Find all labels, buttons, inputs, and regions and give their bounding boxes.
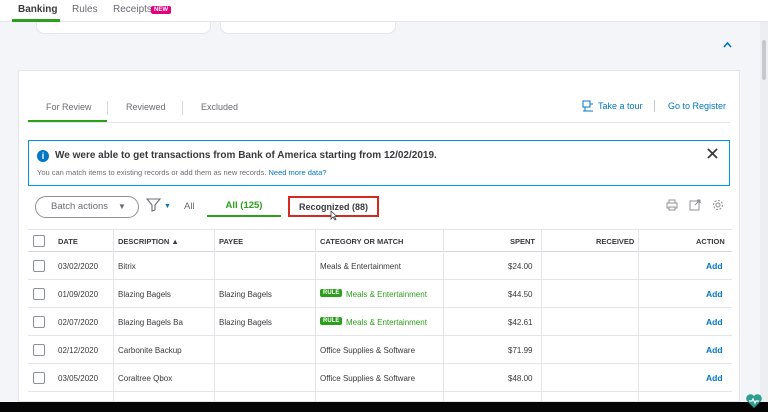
col-received[interactable]: RECEIVED	[596, 237, 634, 246]
batch-actions-label: Batch actions	[51, 201, 109, 212]
tab-receipts[interactable]: Receipts	[113, 4, 152, 15]
row-category[interactable]: Meals & Entertainment	[346, 318, 427, 327]
tab-excluded[interactable]: Excluded	[201, 102, 238, 112]
row-checkbox[interactable]	[33, 260, 45, 272]
info-banner: i We were able to get transactions from …	[28, 140, 730, 186]
table-row[interactable]: 02/12/2020 Carbonite Backup Office Suppl…	[28, 336, 732, 364]
table-row[interactable]: 03/05/2020 Coraltree Qbox Office Supplie…	[28, 364, 732, 392]
row-category[interactable]: Office Supplies & Software	[320, 374, 415, 383]
filter-icon[interactable]	[145, 198, 162, 217]
all-transactions-pill[interactable]: All (125)	[207, 196, 281, 216]
export-icon[interactable]	[689, 198, 701, 216]
new-badge: NEW	[151, 6, 171, 14]
col-spent[interactable]: SPENT	[510, 237, 535, 246]
add-button[interactable]: Add	[706, 345, 723, 355]
row-checkbox[interactable]	[33, 288, 45, 300]
tab-reviewed[interactable]: Reviewed	[126, 102, 166, 112]
all-filter-label[interactable]: All	[184, 201, 195, 212]
add-button[interactable]: Add	[706, 261, 723, 271]
top-nav: Banking Rules Receipts NEW	[0, 0, 768, 22]
row-spent: $71.99	[508, 346, 533, 355]
chevron-down-icon: ▼	[118, 202, 126, 211]
cursor-icon	[330, 208, 339, 226]
row-date: 02/07/2020	[58, 318, 99, 327]
row-payee: Blazing Bagels	[219, 318, 272, 327]
add-button[interactable]: Add	[706, 289, 723, 299]
divider	[654, 100, 655, 112]
active-subtab-underline	[28, 120, 107, 122]
chevron-down-icon[interactable]: ▼	[164, 203, 171, 210]
row-description: Blazing Bagels	[118, 290, 171, 299]
batch-actions-button[interactable]: Batch actions ▼	[35, 196, 139, 218]
close-icon[interactable]	[707, 146, 718, 162]
row-spent: $24.00	[508, 262, 533, 271]
rule-badge: RULE	[320, 317, 343, 325]
row-spent: $44.50	[508, 290, 533, 299]
row-date: 03/05/2020	[58, 374, 99, 383]
scrollbar-thumb[interactable]	[762, 40, 766, 80]
row-checkbox[interactable]	[33, 316, 45, 328]
table-row[interactable]: 02/07/2020 Blazing Bagels Ba Blazing Bag…	[28, 308, 732, 336]
need-more-data-link[interactable]: Need more data?	[269, 168, 327, 177]
row-spent: $48.00	[508, 374, 533, 383]
tab-rules[interactable]: Rules	[72, 4, 98, 15]
gear-icon[interactable]	[712, 198, 724, 216]
rule-badge: RULE	[320, 289, 343, 297]
row-date: 01/09/2020	[58, 290, 99, 299]
row-description: Blazing Bagels Ba	[118, 318, 183, 327]
row-checkbox[interactable]	[33, 344, 45, 356]
tabs-baseline	[28, 122, 730, 123]
row-date: 03/02/2020	[58, 262, 99, 271]
row-spent: $42.61	[508, 318, 533, 327]
add-button[interactable]: Add	[706, 317, 723, 327]
row-date: 02/12/2020	[58, 346, 99, 355]
row-description: Carbonite Backup	[118, 346, 182, 355]
banner-subtext-body: You can match items to existing records …	[37, 168, 267, 177]
row-description: Bitrix	[118, 262, 136, 271]
table-header: DATE DESCRIPTION ▲ PAYEE CATEGORY OR MAT…	[28, 229, 732, 252]
tour-icon[interactable]	[582, 99, 594, 117]
divider	[107, 101, 108, 115]
row-description: Coraltree Qbox	[118, 374, 173, 383]
print-icon[interactable]	[666, 198, 678, 216]
add-button[interactable]: Add	[706, 373, 723, 383]
row-checkbox[interactable]	[33, 372, 45, 384]
select-all-checkbox[interactable]	[33, 235, 45, 247]
col-description[interactable]: DESCRIPTION ▲	[118, 237, 179, 246]
divider	[182, 101, 183, 115]
chevron-up-icon[interactable]	[723, 40, 732, 51]
row-category[interactable]: Meals & Entertainment	[346, 290, 427, 299]
col-date[interactable]: DATE	[58, 237, 78, 246]
banner-headline: We were able to get transactions from Ba…	[55, 150, 437, 161]
video-bottom-bar	[0, 402, 768, 412]
row-category[interactable]: Office Supplies & Software	[320, 346, 415, 355]
banner-subtext: You can match items to existing records …	[37, 168, 326, 177]
info-icon: i	[37, 150, 49, 162]
col-payee[interactable]: PAYEE	[219, 237, 243, 246]
row-payee: Blazing Bagels	[219, 290, 272, 299]
go-to-register-link[interactable]: Go to Register	[668, 101, 726, 111]
tab-for-review[interactable]: For Review	[46, 102, 92, 112]
table-row[interactable]: 03/02/2020 Bitrix Meals & Entertainment …	[28, 252, 732, 280]
table-row[interactable]: 01/09/2020 Blazing Bagels Blazing Bagels…	[28, 280, 732, 308]
col-action: ACTION	[696, 237, 725, 246]
tab-banking[interactable]: Banking	[18, 4, 57, 15]
row-category[interactable]: Meals & Entertainment	[320, 262, 401, 271]
col-category[interactable]: CATEGORY OR MATCH	[320, 237, 403, 246]
take-a-tour-link[interactable]: Take a tour	[598, 101, 643, 111]
summary-card	[220, 22, 396, 34]
summary-card	[36, 22, 211, 34]
heart-logo-icon	[745, 393, 763, 412]
active-pill-underline	[207, 215, 281, 217]
